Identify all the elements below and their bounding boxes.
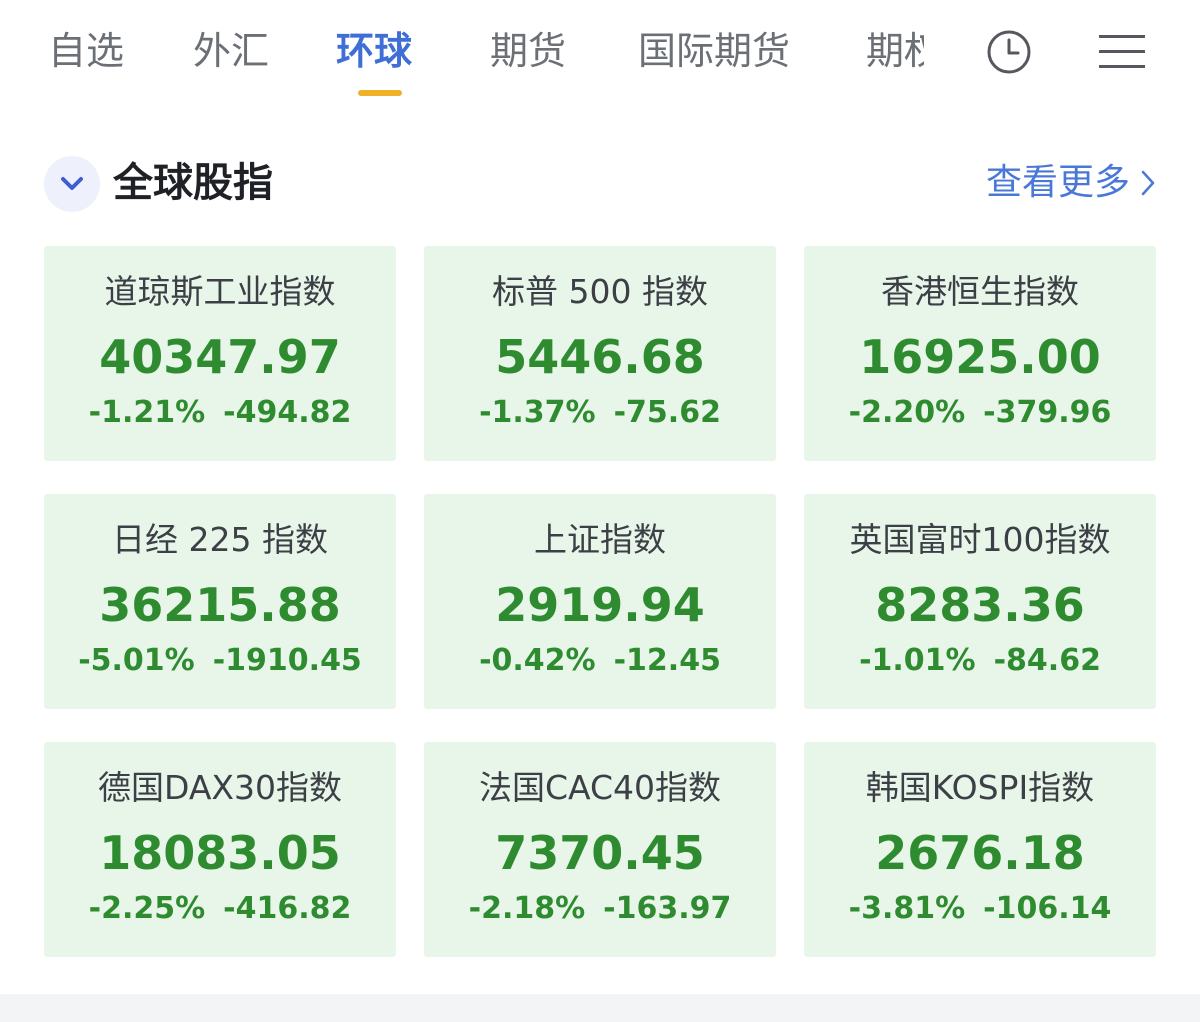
bottom-divider-bar	[0, 994, 1200, 1022]
index-change-row: -1.01% -84.62	[804, 643, 1156, 679]
index-name: 德国DAX30指数	[97, 768, 342, 807]
tab-options[interactable]: 期权	[866, 28, 924, 74]
index-change-row: -3.81% -106.14	[804, 891, 1156, 927]
index-name: 法国CAC40指数	[478, 768, 722, 807]
section-title: 全球股指	[113, 160, 273, 206]
index-card-kospi[interactable]: 韩国KOSPI指数 2676.18 -3.81% -106.14	[804, 742, 1156, 957]
tab-global[interactable]: 环球	[336, 28, 412, 74]
index-card-hang-seng[interactable]: 香港恒生指数 16925.00 -2.20% -379.96	[804, 246, 1156, 461]
tab-intl-futures[interactable]: 国际期货	[638, 28, 790, 74]
index-change-value: -494.82	[223, 395, 352, 430]
tab-options-clip: 期权	[866, 28, 924, 78]
index-name: 英国富时100指数	[849, 520, 1111, 559]
index-change-percent: -2.20%	[848, 395, 966, 430]
index-change-value: -163.97	[603, 891, 732, 926]
index-price: 2919.94	[495, 578, 705, 632]
index-change-value: -84.62	[993, 643, 1101, 678]
index-price: 8283.36	[875, 578, 1085, 632]
chevron-down-icon	[61, 177, 83, 190]
index-name: 道琼斯工业指数	[104, 272, 336, 311]
index-change-row: -1.37% -75.62	[424, 395, 776, 431]
tab-forex[interactable]: 外汇	[193, 28, 269, 74]
index-price: 18083.05	[99, 826, 341, 880]
index-change-row: -5.01% -1910.45	[44, 643, 396, 679]
active-tab-indicator	[358, 90, 402, 96]
index-card-nikkei225[interactable]: 日经 225 指数 36215.88 -5.01% -1910.45	[44, 494, 396, 709]
index-change-row: -2.20% -379.96	[804, 395, 1156, 431]
index-card-ftse100[interactable]: 英国富时100指数 8283.36 -1.01% -84.62	[804, 494, 1156, 709]
index-change-percent: -1.37%	[479, 395, 596, 430]
section-collapse-button[interactable]	[44, 156, 100, 212]
index-change-percent: -3.81%	[848, 891, 966, 926]
index-change-row: -1.21% -494.82	[44, 395, 396, 431]
index-card-dax30[interactable]: 德国DAX30指数 18083.05 -2.25% -416.82	[44, 742, 396, 957]
view-more-label: 查看更多	[985, 162, 1130, 203]
index-grid: 道琼斯工业指数 40347.97 -1.21% -494.82 标普 500 指数…	[44, 246, 1156, 958]
tab-watchlist[interactable]: 自选	[48, 28, 124, 74]
index-card-sp500[interactable]: 标普 500 指数 5446.68 -1.37% -75.62	[424, 246, 776, 461]
view-more-link[interactable]: 查看更多	[986, 160, 1156, 206]
index-change-value: -12.45	[613, 643, 721, 678]
tab-futures[interactable]: 期货	[490, 28, 566, 74]
market-screen: 自选 外汇 环球 期货 国际期货 期权 全球股指 查看更多 道琼斯工业指数 40…	[0, 0, 1200, 1022]
index-change-percent: -1.01%	[859, 643, 976, 678]
index-change-percent: -5.01%	[78, 643, 195, 678]
index-change-value: -416.82	[223, 891, 352, 926]
index-change-row: -0.42% -12.45	[424, 643, 776, 679]
index-name: 日经 225 指数	[112, 520, 328, 559]
index-change-percent: -2.25%	[88, 891, 206, 926]
index-name: 标普 500 指数	[492, 272, 708, 311]
hamburger-menu-icon[interactable]	[1098, 32, 1146, 72]
index-name: 韩国KOSPI指数	[865, 768, 1095, 807]
index-price: 7370.45	[495, 826, 705, 880]
index-name: 上证指数	[534, 520, 666, 559]
index-change-percent: -1.21%	[88, 395, 206, 430]
index-change-value: -75.62	[613, 395, 721, 430]
index-card-dow-jones[interactable]: 道琼斯工业指数 40347.97 -1.21% -494.82	[44, 246, 396, 461]
index-price: 40347.97	[99, 330, 341, 384]
index-card-cac40[interactable]: 法国CAC40指数 7370.45 -2.18% -163.97	[424, 742, 776, 957]
index-change-row: -2.25% -416.82	[44, 891, 396, 927]
index-change-value: -379.96	[983, 395, 1112, 430]
clock-icon[interactable]	[986, 29, 1032, 75]
index-change-value: -106.14	[983, 891, 1112, 926]
index-change-percent: -0.42%	[479, 643, 596, 678]
index-price: 16925.00	[859, 330, 1101, 384]
index-price: 2676.18	[875, 826, 1085, 880]
index-change-row: -2.18% -163.97	[424, 891, 776, 927]
index-change-percent: -2.18%	[468, 891, 586, 926]
market-tab-bar: 自选 外汇 环球 期货 国际期货 期权	[0, 0, 1200, 105]
chevron-right-icon	[1141, 170, 1155, 196]
index-price: 36215.88	[99, 578, 341, 632]
index-price: 5446.68	[495, 330, 705, 384]
index-card-shanghai-composite[interactable]: 上证指数 2919.94 -0.42% -12.45	[424, 494, 776, 709]
index-name: 香港恒生指数	[881, 272, 1079, 311]
index-change-value: -1910.45	[212, 643, 362, 678]
